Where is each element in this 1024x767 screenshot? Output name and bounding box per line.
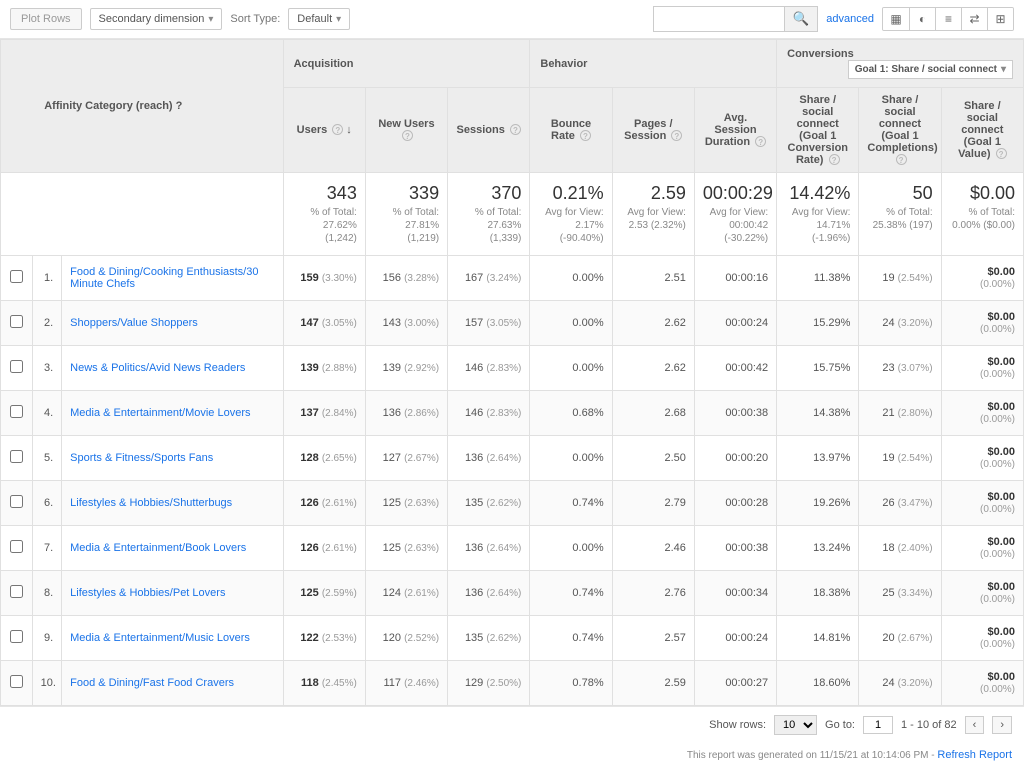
acquisition-group: Acquisition bbox=[283, 40, 530, 88]
summary-row: 343% of Total: 27.62% (1,242) 339% of To… bbox=[1, 173, 1024, 256]
secondary-dimension-dropdown[interactable]: Secondary dimension bbox=[90, 8, 223, 30]
dimension-header: Affinity Category (reach) ? bbox=[1, 40, 284, 173]
performance-view-icon[interactable]: ≡ bbox=[935, 8, 961, 30]
conversions-goal-dropdown[interactable]: Goal 1: Share / social connect bbox=[848, 60, 1013, 79]
col-conv-rate[interactable]: Share / social connect (Goal 1 Conversio… bbox=[777, 88, 859, 173]
category-link[interactable]: Shoppers/Value Shoppers bbox=[70, 317, 198, 329]
table-row: 2.Shoppers/Value Shoppers147 (3.05%)143 … bbox=[1, 301, 1024, 346]
row-checkbox[interactable] bbox=[10, 450, 23, 463]
row-index: 10. bbox=[32, 661, 62, 706]
table-view-icon[interactable]: ▦ bbox=[883, 8, 909, 30]
table-row: 6.Lifestyles & Hobbies/Shutterbugs126 (2… bbox=[1, 481, 1024, 526]
row-checkbox[interactable] bbox=[10, 270, 23, 283]
col-value[interactable]: Share / social connect (Goal 1 Value) ? bbox=[941, 88, 1023, 173]
row-checkbox[interactable] bbox=[10, 630, 23, 643]
row-checkbox[interactable] bbox=[10, 540, 23, 553]
comparison-view-icon[interactable]: ⇄ bbox=[961, 8, 987, 30]
row-index: 6. bbox=[32, 481, 62, 526]
generated-note: This report was generated on 11/15/21 at… bbox=[0, 743, 1024, 767]
table-row: 9.Media & Entertainment/Music Lovers122 … bbox=[1, 616, 1024, 661]
search-icon: 🔍 bbox=[793, 11, 810, 26]
chevron-right-icon: › bbox=[1000, 719, 1004, 731]
advanced-link[interactable]: advanced bbox=[826, 13, 874, 25]
row-index: 2. bbox=[32, 301, 62, 346]
row-checkbox[interactable] bbox=[10, 675, 23, 688]
row-checkbox[interactable] bbox=[10, 360, 23, 373]
row-checkbox[interactable] bbox=[10, 495, 23, 508]
pagination-footer: Show rows: 10 Go to: 1 - 10 of 82 ‹ › bbox=[0, 706, 1024, 743]
percentage-view-icon[interactable]: ◐ bbox=[909, 8, 935, 30]
row-index: 7. bbox=[32, 526, 62, 571]
col-pages-session[interactable]: Pages / Session ? bbox=[612, 88, 694, 173]
chevron-left-icon: ‹ bbox=[973, 719, 977, 731]
search-input[interactable] bbox=[654, 9, 784, 29]
plot-rows-button[interactable]: Plot Rows bbox=[10, 8, 82, 30]
category-link[interactable]: Lifestyles & Hobbies/Shutterbugs bbox=[70, 497, 232, 509]
behavior-group: Behavior bbox=[530, 40, 777, 88]
table-row: 8.Lifestyles & Hobbies/Pet Lovers125 (2.… bbox=[1, 571, 1024, 616]
sort-type-dropdown[interactable]: Default bbox=[288, 8, 350, 30]
conversions-group: Conversions Goal 1: Share / social conne… bbox=[777, 40, 1024, 88]
table-row: 4.Media & Entertainment/Movie Lovers137 … bbox=[1, 391, 1024, 436]
show-rows-label: Show rows: bbox=[709, 719, 766, 731]
table-row: 1. Food & Dining/Cooking Enthusiasts/30 M… bbox=[1, 256, 1024, 301]
col-users[interactable]: Users ?↓ bbox=[283, 88, 365, 173]
show-rows-select[interactable]: 10 bbox=[774, 715, 817, 735]
report-table: Affinity Category (reach) ? Acquisition … bbox=[0, 39, 1024, 706]
sort-type-label: Sort Type: bbox=[230, 13, 280, 25]
category-link[interactable]: Media & Entertainment/Book Lovers bbox=[70, 542, 246, 554]
category-link[interactable]: Media & Entertainment/Movie Lovers bbox=[70, 407, 250, 419]
category-link[interactable]: Food & Dining/Cooking Enthusiasts/30 Min… bbox=[70, 266, 258, 290]
category-link[interactable]: Food & Dining/Fast Food Cravers bbox=[70, 677, 234, 689]
category-link[interactable]: Lifestyles & Hobbies/Pet Lovers bbox=[70, 587, 225, 599]
col-sessions[interactable]: Sessions ? bbox=[448, 88, 530, 173]
page-range: 1 - 10 of 82 bbox=[901, 719, 957, 731]
search-box: 🔍 bbox=[653, 6, 819, 32]
toolbar: Plot Rows Secondary dimension Sort Type:… bbox=[0, 0, 1024, 39]
goto-input[interactable] bbox=[863, 716, 893, 734]
row-index: 5. bbox=[32, 436, 62, 481]
refresh-report-link[interactable]: Refresh Report bbox=[937, 749, 1012, 761]
table-row: 7.Media & Entertainment/Book Lovers126 (… bbox=[1, 526, 1024, 571]
help-icon[interactable]: ? bbox=[176, 100, 183, 112]
row-index: 8. bbox=[32, 571, 62, 616]
next-page-button[interactable]: › bbox=[992, 716, 1012, 734]
pivot-view-icon[interactable]: ⊞ bbox=[987, 8, 1013, 30]
row-index: 9. bbox=[32, 616, 62, 661]
search-button[interactable]: 🔍 bbox=[784, 7, 818, 31]
table-row: 5.Sports & Fitness/Sports Fans128 (2.65%… bbox=[1, 436, 1024, 481]
row-checkbox[interactable] bbox=[10, 405, 23, 418]
category-link[interactable]: News & Politics/Avid News Readers bbox=[70, 362, 245, 374]
category-link[interactable]: Sports & Fitness/Sports Fans bbox=[70, 452, 213, 464]
row-index: 4. bbox=[32, 391, 62, 436]
col-avg-duration[interactable]: Avg. Session Duration ? bbox=[694, 88, 776, 173]
prev-page-button[interactable]: ‹ bbox=[965, 716, 985, 734]
col-bounce-rate[interactable]: Bounce Rate ? bbox=[530, 88, 612, 173]
group-header-row: Affinity Category (reach) ? Acquisition … bbox=[1, 40, 1024, 88]
table-row: 10.Food & Dining/Fast Food Cravers118 (2… bbox=[1, 661, 1024, 706]
col-completions[interactable]: Share / social connect (Goal 1 Completio… bbox=[859, 88, 941, 173]
col-new-users[interactable]: New Users ? bbox=[365, 88, 447, 173]
sort-desc-icon: ↓ bbox=[346, 124, 352, 136]
goto-label: Go to: bbox=[825, 719, 855, 731]
row-checkbox[interactable] bbox=[10, 585, 23, 598]
row-index: 1. bbox=[32, 256, 62, 301]
row-checkbox[interactable] bbox=[10, 315, 23, 328]
row-index: 3. bbox=[32, 346, 62, 391]
category-link[interactable]: Media & Entertainment/Music Lovers bbox=[70, 632, 250, 644]
view-mode-group: ▦ ◐ ≡ ⇄ ⊞ bbox=[882, 7, 1014, 31]
table-row: 3.News & Politics/Avid News Readers139 (… bbox=[1, 346, 1024, 391]
